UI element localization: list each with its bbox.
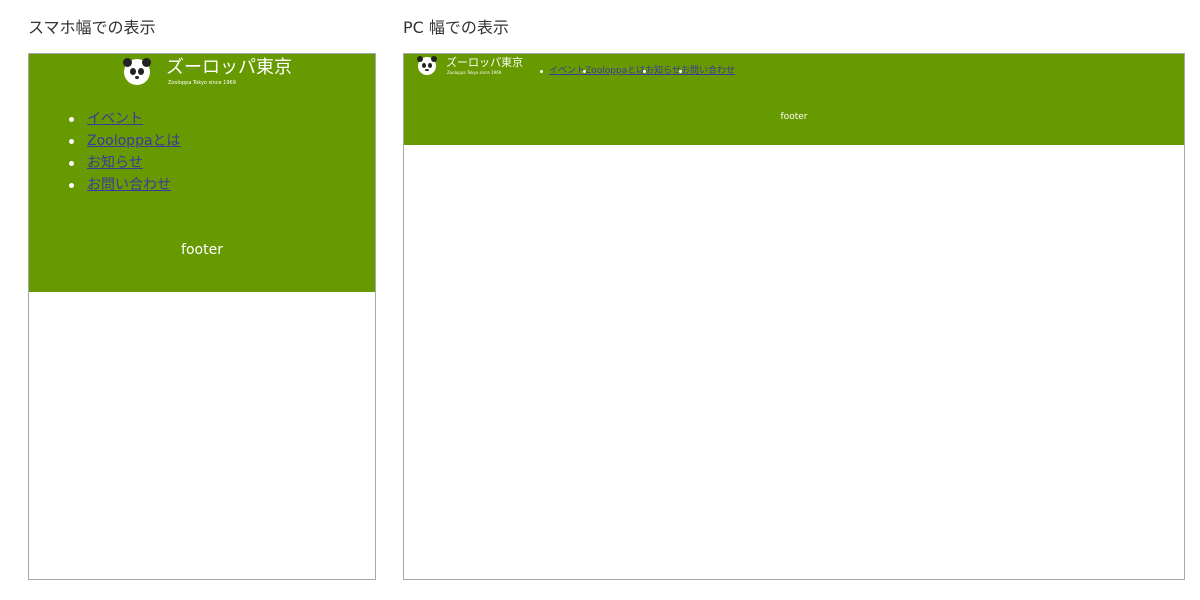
pc-width-caption: PC 幅での表示	[403, 18, 509, 37]
pc-nav-list: イベント Zooloppaとは お知らせ お問い合わせ	[540, 65, 735, 77]
nav-link-event[interactable]: イベント	[87, 111, 143, 127]
nav-link-about[interactable]: Zooloppaとは	[87, 133, 181, 149]
pc-site-brand[interactable]: ズーロッパ東京 Zooloppa Tokyo since 1969	[417, 55, 523, 77]
smartphone-site-brand[interactable]: ズーロッパ東京 Zooloppa Tokyo since 1969	[123, 56, 292, 87]
site-title: ズーロッパ東京	[446, 56, 523, 69]
nav-link-contact[interactable]: お問い合わせ	[87, 177, 171, 193]
smartphone-footer-text: footer	[181, 242, 223, 258]
nav-item-news: お知らせ	[643, 65, 681, 77]
nav-link-about[interactable]: Zooloppaとは	[585, 66, 645, 76]
nav-link-contact[interactable]: お問い合わせ	[681, 66, 735, 76]
smartphone-width-caption: スマホ幅での表示	[28, 18, 156, 37]
nav-link-event[interactable]: イベント	[549, 66, 585, 76]
pc-preview-frame: ズーロッパ東京 Zooloppa Tokyo since 1969 イベント Z…	[403, 53, 1185, 580]
nav-item-contact: お問い合わせ	[69, 174, 181, 196]
nav-item-event: イベント	[69, 108, 181, 130]
pc-header-footer-area: ズーロッパ東京 Zooloppa Tokyo since 1969 イベント Z…	[404, 54, 1184, 145]
panda-icon	[417, 56, 437, 75]
smartphone-preview-frame: ズーロッパ東京 Zooloppa Tokyo since 1969 イベント Z…	[28, 53, 376, 580]
nav-link-news[interactable]: お知らせ	[645, 66, 681, 76]
smartphone-nav-list: イベント Zooloppaとは お知らせ お問い合わせ	[69, 108, 181, 196]
nav-item-about: Zooloppaとは	[583, 65, 645, 77]
site-subtitle: Zooloppa Tokyo since 1969	[447, 70, 502, 75]
site-subtitle: Zooloppa Tokyo since 1969	[168, 79, 236, 86]
nav-link-news[interactable]: お知らせ	[87, 155, 143, 171]
nav-item-event: イベント	[540, 65, 585, 77]
nav-item-contact: お問い合わせ	[678, 65, 735, 77]
smartphone-header-footer-area: ズーロッパ東京 Zooloppa Tokyo since 1969 イベント Z…	[29, 54, 375, 292]
pc-footer-text: footer	[780, 112, 808, 122]
nav-item-about: Zooloppaとは	[69, 130, 181, 152]
panda-icon	[123, 58, 151, 85]
nav-item-news: お知らせ	[69, 152, 181, 174]
site-title: ズーロッパ東京	[166, 56, 292, 78]
